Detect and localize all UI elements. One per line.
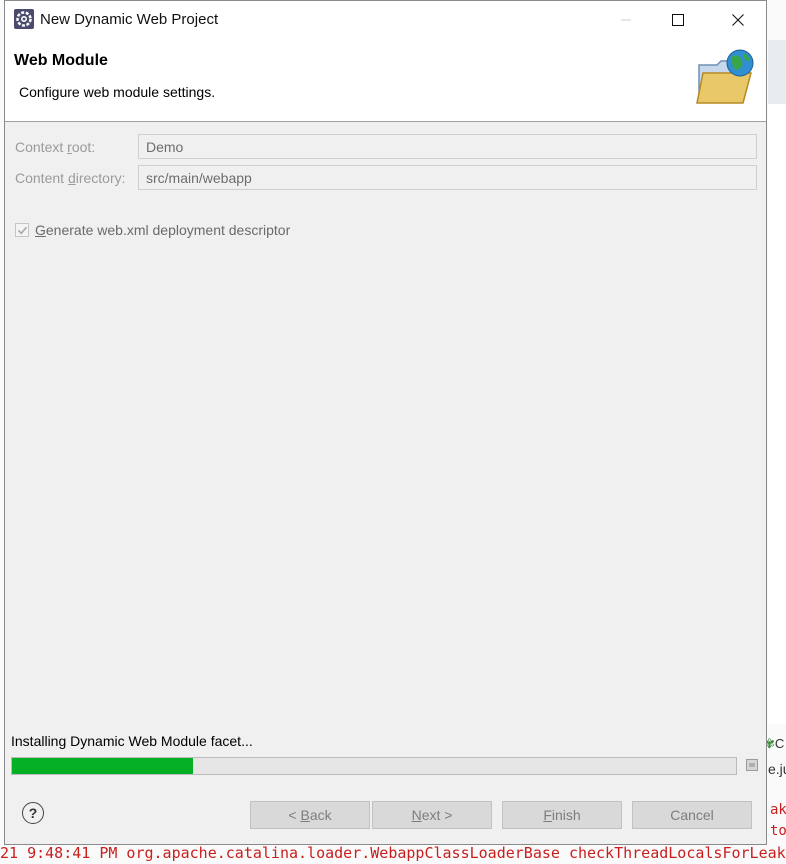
maximize-button[interactable] [655, 1, 701, 39]
progress-bar [11, 757, 737, 775]
page-description: Configure web module settings. [19, 84, 216, 100]
maximize-icon [672, 14, 684, 26]
console-log-line: 21 9:48:41 PM org.apache.catalina.loader… [0, 844, 786, 862]
eclipse-gear-icon [14, 9, 34, 29]
ide-toolbar-fragment [768, 40, 786, 104]
minimize-button[interactable] [603, 1, 649, 39]
close-button[interactable] [715, 1, 761, 39]
next-button[interactable]: Next > [372, 801, 492, 829]
new-dynamic-web-project-dialog: New Dynamic Web Project Web Module Confi… [4, 0, 767, 845]
progress-bar-fill [12, 758, 193, 774]
help-button[interactable]: ? [22, 802, 44, 824]
console-fragment-2: to [770, 823, 786, 839]
title-bar[interactable]: New Dynamic Web Project [5, 1, 766, 39]
screen: ✾C e.ju aks to 21 9:48:41 PM org.apache.… [0, 0, 786, 864]
close-icon [732, 14, 744, 26]
page-title: Web Module [14, 52, 108, 69]
wizard-banner: Web Module Configure web module settings… [5, 39, 766, 122]
content-directory-field[interactable]: src/main/webapp [138, 165, 757, 190]
generate-web-xml-option[interactable]: Generate web.xml deployment descriptor [15, 222, 290, 238]
context-root-field[interactable]: Demo [138, 134, 757, 159]
ide-tab-fragment[interactable]: ✾C [764, 736, 784, 752]
generate-web-xml-label: Generate web.xml deployment descriptor [35, 222, 291, 238]
ide-tab-fragment-2: e.ju [768, 761, 786, 777]
help-icon: ? [28, 805, 38, 821]
window-title: New Dynamic Web Project [40, 11, 219, 28]
checkmark-icon [17, 226, 27, 234]
context-root-label: Context root: [15, 139, 96, 155]
folder-globe-icon [696, 49, 754, 104]
finish-button[interactable]: Finish [502, 801, 622, 829]
stop-task-icon[interactable] [746, 759, 758, 771]
generate-web-xml-checkbox[interactable] [15, 223, 29, 237]
ide-editor-fragment [768, 104, 786, 724]
back-button[interactable]: < Back [250, 801, 370, 829]
content-directory-label: Content directory: [15, 170, 126, 186]
minimize-icon [621, 19, 631, 21]
console-fragment-1: aks [770, 802, 786, 818]
cancel-button[interactable]: Cancel [632, 801, 752, 829]
progress-status-text: Installing Dynamic Web Module facet... [11, 733, 253, 749]
